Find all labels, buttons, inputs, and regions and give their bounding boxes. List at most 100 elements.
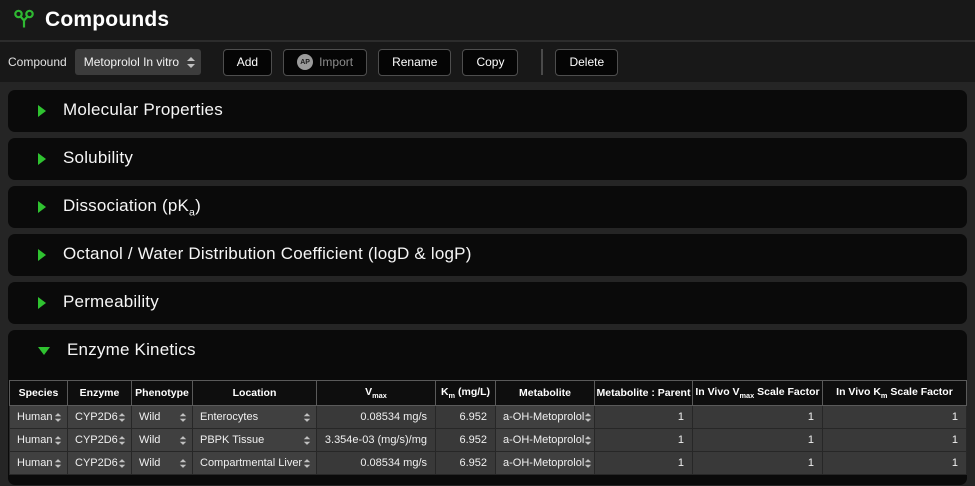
import-button[interactable]: AP Import [283, 49, 367, 76]
col-header-metabolite-parent: Metabolite : Parent [595, 381, 693, 406]
delete-button[interactable]: Delete [555, 49, 618, 76]
section-label: Dissociation (pKa) [63, 196, 201, 218]
section-label: Solubility [63, 148, 133, 170]
stepper-icon [55, 436, 61, 445]
table-row: Human CYP2D6 Wild Compartmental Liver 0.… [10, 452, 967, 475]
chevron-right-icon [38, 201, 46, 213]
section-enzyme-kinetics: Enzyme Kinetics Species Enzyme Phenotype… [8, 330, 967, 485]
stepper-icon [180, 436, 186, 445]
stepper-icon [585, 436, 591, 445]
stepper-icon [180, 459, 186, 468]
section-label: Enzyme Kinetics [67, 340, 196, 362]
section-permeability: Permeability [8, 282, 967, 324]
col-header-enzyme: Enzyme [68, 381, 132, 406]
stepper-icon [119, 459, 125, 468]
chevron-right-icon [38, 105, 46, 117]
vmax-field[interactable]: 0.08534 mg/s [317, 406, 436, 429]
section-header-octanol-water[interactable]: Octanol / Water Distribution Coefficient… [8, 234, 967, 276]
invivo-km-sf-field[interactable]: 1 [823, 406, 967, 429]
stepper-icon [180, 413, 186, 422]
invivo-km-sf-field[interactable]: 1 [823, 429, 967, 452]
compound-label: Compound [8, 55, 67, 69]
section-header-solubility[interactable]: Solubility [8, 138, 967, 180]
species-select[interactable]: Human [10, 452, 68, 475]
add-button[interactable]: Add [223, 49, 272, 76]
section-molecular-properties: Molecular Properties [8, 90, 967, 132]
enzyme-select[interactable]: CYP2D6 [68, 406, 132, 429]
km-field[interactable]: 6.952 [436, 429, 496, 452]
chevron-right-icon [38, 249, 46, 261]
section-label: Permeability [63, 292, 159, 314]
stepper-icon [119, 436, 125, 445]
col-header-invivo-km-sf: In Vivo Km Scale Factor [823, 381, 967, 406]
app-header: Compounds [0, 0, 975, 42]
invivo-vmax-sf-field[interactable]: 1 [693, 452, 823, 475]
stepper-icon [585, 413, 591, 422]
section-label: Molecular Properties [63, 100, 223, 122]
vmax-field[interactable]: 0.08534 mg/s [317, 452, 436, 475]
col-header-km: Km (mg/L) [436, 381, 496, 406]
enzyme-kinetics-table: Species Enzyme Phenotype Location Vmax K… [9, 380, 967, 475]
chevron-right-icon [38, 153, 46, 165]
metabolite-select[interactable]: a-OH-Metoprolol [496, 452, 595, 475]
section-header-dissociation[interactable]: Dissociation (pKa) [8, 186, 967, 228]
chevron-down-icon [38, 347, 50, 355]
phenotype-select[interactable]: Wild [132, 406, 193, 429]
stepper-icon [304, 436, 310, 445]
copy-button[interactable]: Copy [462, 49, 518, 76]
species-select[interactable]: Human [10, 406, 68, 429]
section-header-molecular-properties[interactable]: Molecular Properties [8, 90, 967, 132]
invivo-km-sf-field[interactable]: 1 [823, 452, 967, 475]
metabolite-parent-field[interactable]: 1 [595, 406, 693, 429]
col-header-metabolite: Metabolite [496, 381, 595, 406]
toolbar-divider [541, 49, 543, 75]
section-octanol-water: Octanol / Water Distribution Coefficient… [8, 234, 967, 276]
species-select[interactable]: Human [10, 429, 68, 452]
table-row: Human CYP2D6 Wild Enterocytes 0.08534 mg… [10, 406, 967, 429]
compound-select[interactable]: Metoprolol In vitro [75, 49, 201, 75]
page-title: Compounds [45, 8, 169, 32]
metabolite-parent-field[interactable]: 1 [595, 429, 693, 452]
col-header-invivo-vmax-sf: In Vivo Vmax Scale Factor [693, 381, 823, 406]
select-stepper-icon [187, 57, 195, 68]
metabolite-select[interactable]: a-OH-Metoprolol [496, 406, 595, 429]
rename-button[interactable]: Rename [378, 49, 451, 76]
metabolite-select[interactable]: a-OH-Metoprolol [496, 429, 595, 452]
invivo-vmax-sf-field[interactable]: 1 [693, 406, 823, 429]
col-header-species: Species [10, 381, 68, 406]
ap-logo-icon: AP [297, 54, 313, 70]
km-field[interactable]: 6.952 [436, 406, 496, 429]
invivo-vmax-sf-field[interactable]: 1 [693, 429, 823, 452]
compound-toolbar: Compound Metoprolol In vitro Add AP Impo… [0, 42, 975, 82]
vmax-field[interactable]: 3.354e-03 (mg/s)/mg [317, 429, 436, 452]
chevron-right-icon [38, 297, 46, 309]
stepper-icon [304, 413, 310, 422]
section-label: Octanol / Water Distribution Coefficient… [63, 244, 472, 266]
content-area: Molecular Properties Solubility Dissocia… [0, 82, 975, 485]
stepper-icon [55, 459, 61, 468]
location-select[interactable]: PBPK Tissue [193, 429, 317, 452]
stepper-icon [119, 413, 125, 422]
phenotype-select[interactable]: Wild [132, 452, 193, 475]
location-select[interactable]: Enterocytes [193, 406, 317, 429]
table-row: Human CYP2D6 Wild PBPK Tissue 3.354e-03 … [10, 429, 967, 452]
col-header-location: Location [193, 381, 317, 406]
compound-select-value: Metoprolol In vitro [84, 55, 179, 69]
col-header-vmax: Vmax [317, 381, 436, 406]
phenotype-select[interactable]: Wild [132, 429, 193, 452]
stepper-icon [585, 459, 591, 468]
col-header-phenotype: Phenotype [132, 381, 193, 406]
stepper-icon [55, 413, 61, 422]
section-dissociation: Dissociation (pKa) [8, 186, 967, 228]
section-header-enzyme-kinetics[interactable]: Enzyme Kinetics [8, 330, 967, 372]
table-header-row: Species Enzyme Phenotype Location Vmax K… [10, 381, 967, 406]
metabolite-parent-field[interactable]: 1 [595, 452, 693, 475]
molecule-icon [12, 8, 36, 32]
location-select[interactable]: Compartmental Liver [193, 452, 317, 475]
km-field[interactable]: 6.952 [436, 452, 496, 475]
stepper-icon [304, 459, 310, 468]
section-header-permeability[interactable]: Permeability [8, 282, 967, 324]
enzyme-select[interactable]: CYP2D6 [68, 429, 132, 452]
section-solubility: Solubility [8, 138, 967, 180]
enzyme-select[interactable]: CYP2D6 [68, 452, 132, 475]
